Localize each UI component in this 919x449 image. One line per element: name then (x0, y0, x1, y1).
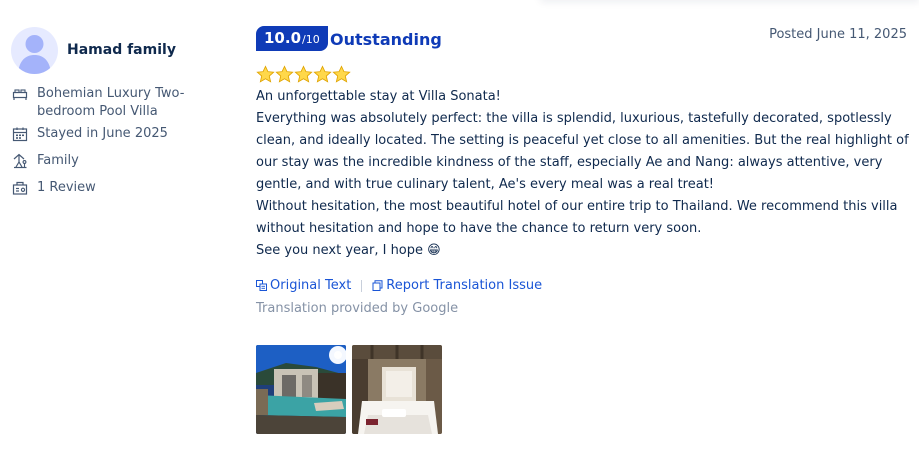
avatar (11, 27, 58, 74)
room-type-row: Bohemian Luxury Two-bedroom Pool Villa (12, 85, 187, 121)
translation-credit: Translation provided by Google (256, 301, 459, 316)
review-photo-pool[interactable] (256, 345, 346, 434)
trip-type: Family (37, 153, 79, 168)
score-max: /10 (302, 33, 320, 46)
star-rating (256, 65, 351, 84)
review-actions: Original Text Report Translation Issue (256, 278, 542, 293)
review-photo-bedroom[interactable] (352, 345, 442, 434)
original-text-label: Original Text (270, 278, 352, 293)
family-icon (12, 153, 28, 169)
stay-date-row: Stayed in June 2025 (12, 125, 168, 143)
star-icon (256, 65, 275, 83)
score-badge: 10.0 /10 (256, 26, 328, 51)
star-icon (332, 65, 351, 83)
bed-icon (12, 86, 28, 102)
review-count-row: 1 Review (12, 179, 96, 197)
star-icon (294, 65, 313, 83)
review-text: An unforgettable stay at Villa Sonata! E… (256, 86, 916, 262)
score-value: 10.0 (264, 29, 302, 47)
review-line: Without hesitation, the most beautiful h… (256, 199, 898, 236)
report-translation-link[interactable]: Report Translation Issue (372, 278, 542, 293)
review-count: 1 Review (37, 180, 96, 195)
review-line: An unforgettable stay at Villa Sonata! (256, 89, 501, 104)
stay-date: Stayed in June 2025 (37, 126, 168, 141)
report-icon (372, 280, 383, 291)
trip-type-row: Family (12, 152, 79, 170)
user-icon (18, 35, 51, 74)
action-divider (361, 279, 363, 292)
review-count-icon (12, 180, 28, 196)
review-line: Everything was absolutely perfect: the v… (256, 111, 909, 192)
star-icon (313, 65, 332, 83)
room-type: Bohemian Luxury Two-bedroom Pool Villa (37, 86, 185, 119)
star-icon (275, 65, 294, 83)
report-translation-label: Report Translation Issue (386, 278, 543, 293)
calendar-icon (12, 126, 28, 142)
original-text-link[interactable]: Original Text (256, 278, 351, 293)
posted-date: Posted June 11, 2025 (769, 27, 907, 42)
score-label: Outstanding (330, 30, 442, 49)
review-line: See you next year, I hope 😁 (256, 243, 441, 258)
reviewer-name: Hamad family (67, 42, 176, 58)
translate-icon (256, 280, 267, 291)
